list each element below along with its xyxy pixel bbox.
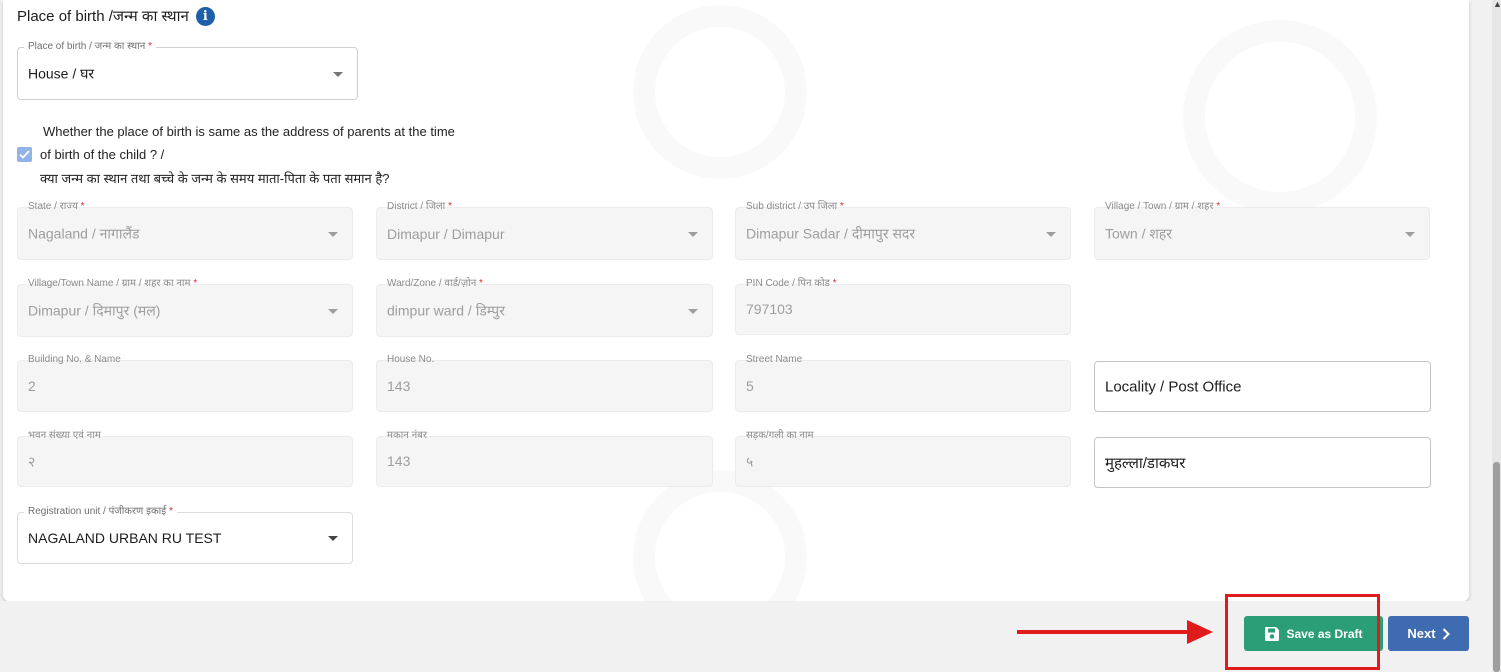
field-value: 143 xyxy=(387,378,411,394)
street-name-field: Street Name 5 xyxy=(735,354,1071,412)
building-name-field: Building No. & Name 2 xyxy=(17,354,353,412)
input-placeholder: मुहल्ला/डाकघर xyxy=(1105,454,1186,472)
field-label: मकान नंबर xyxy=(387,430,427,441)
field-label: PIN Code / पिन कोड * xyxy=(746,278,837,289)
field-value: ५ xyxy=(746,453,754,469)
field-value: Dimapur Sadar / दीमापुर सदर xyxy=(746,225,916,241)
field-label: District / जिला * xyxy=(387,201,452,212)
field-value: 5 xyxy=(746,378,754,394)
same-address-checkbox[interactable] xyxy=(17,147,32,162)
chevron-down-icon xyxy=(333,71,343,77)
field-label: भवन संख्या एवं नाम xyxy=(28,430,101,441)
ward-zone-select: Ward/Zone / वार्ड/ज़ोन * dimpur ward / ड… xyxy=(376,278,713,337)
chevron-down-icon xyxy=(688,231,698,237)
state-select: State / राज्य * Nagaland / नागालैंड xyxy=(17,201,353,260)
field-label: Village / Town / ग्राम / शहर * xyxy=(1105,201,1221,212)
district-select: District / जिला * Dimapur / Dimapur xyxy=(376,201,713,260)
same-address-text-line2: of birth of the child ? / xyxy=(40,147,165,162)
chevron-down-icon xyxy=(1405,231,1415,237)
village-town-select: Village / Town / ग्राम / शहर * Town / शह… xyxy=(1094,201,1430,260)
field-label: सड़क/गली का नाम xyxy=(746,430,814,441)
annotation-arrow-shaft xyxy=(1017,630,1189,634)
place-of-birth-select[interactable]: Place of birth / जन्म का स्थान * House /… xyxy=(17,40,358,100)
field-label: Building No. & Name xyxy=(28,354,121,365)
chevron-down-icon xyxy=(328,536,338,541)
locality-post-office-input[interactable]: Locality / Post Office xyxy=(1094,361,1431,412)
field-value: 2 xyxy=(28,378,36,394)
field-value: २ xyxy=(28,453,36,469)
field-label: Street Name xyxy=(746,354,803,365)
field-label: Village/Town Name / ग्राम / शहर का नाम * xyxy=(28,278,198,289)
field-label: Registration unit / पंजीकरण इकाई * xyxy=(24,505,177,519)
registration-unit-select[interactable]: Registration unit / पंजीकरण इकाई * NAGAL… xyxy=(17,505,353,564)
annotation-highlight-box xyxy=(1225,594,1380,670)
section-title: Place of birth /जन्म का स्थान i xyxy=(17,6,215,26)
field-label: Ward/Zone / वार्ड/ज़ोन * xyxy=(387,278,483,289)
checkmark-icon xyxy=(19,150,30,159)
input-placeholder: Locality / Post Office xyxy=(1105,378,1242,395)
watermark-emblem xyxy=(1183,20,1377,214)
village-town-name-select: Village/Town Name / ग्राम / शहर का नाम *… xyxy=(17,278,353,337)
locality-hindi-input[interactable]: मुहल्ला/डाकघर xyxy=(1094,437,1431,488)
scrollbar-thumb[interactable] xyxy=(1493,462,1500,672)
scroll-up-icon[interactable]: ▲ xyxy=(1493,0,1501,9)
field-value: 797103 xyxy=(746,301,793,317)
sub-district-select: Sub district / उप जिला * Dimapur Sadar /… xyxy=(735,201,1071,260)
chevron-down-icon xyxy=(1046,231,1056,237)
field-value: NAGALAND URBAN RU TEST xyxy=(28,530,222,546)
street-name-hindi-field: सड़क/गली का नाम ५ xyxy=(735,430,1071,487)
field-label: House No. xyxy=(387,354,435,365)
field-value: House / घर xyxy=(28,65,95,81)
field-label: Sub district / उप जिला * xyxy=(746,201,844,212)
pin-code-field: PIN Code / पिन कोड * 797103 xyxy=(735,278,1071,335)
same-address-text-line1: Whether the place of birth is same as th… xyxy=(43,124,455,139)
field-value: dimpur ward / डिम्पुर xyxy=(387,302,505,318)
field-label: Place of birth / जन्म का स्थान * xyxy=(24,40,157,54)
section-title-text: Place of birth /जन्म का स्थान xyxy=(17,8,189,25)
field-value: 143 xyxy=(387,453,411,469)
field-label: State / राज्य * xyxy=(28,201,85,212)
field-value: Town / शहर xyxy=(1105,225,1173,241)
house-number-hindi-field: मकान नंबर 143 xyxy=(376,430,713,487)
watermark-emblem xyxy=(633,5,807,179)
field-value: Nagaland / नागालैंड xyxy=(28,225,140,241)
next-button[interactable]: Next xyxy=(1388,616,1469,651)
house-number-field: House No. 143 xyxy=(376,354,713,412)
field-value: Dimapur / दिमापुर (मल) xyxy=(28,302,161,318)
chevron-down-icon xyxy=(328,308,338,314)
building-name-hindi-field: भवन संख्या एवं नाम २ xyxy=(17,430,353,487)
chevron-down-icon xyxy=(328,231,338,237)
next-label: Next xyxy=(1407,626,1436,641)
chevron-down-icon xyxy=(688,308,698,314)
same-address-text-line3: क्या जन्म का स्थान तथा बच्चे के जन्म के … xyxy=(40,171,390,186)
field-value: Dimapur / Dimapur xyxy=(387,225,505,242)
info-icon[interactable]: i xyxy=(195,6,215,26)
annotation-arrow-head xyxy=(1187,620,1213,644)
chevron-right-icon xyxy=(1442,627,1450,640)
